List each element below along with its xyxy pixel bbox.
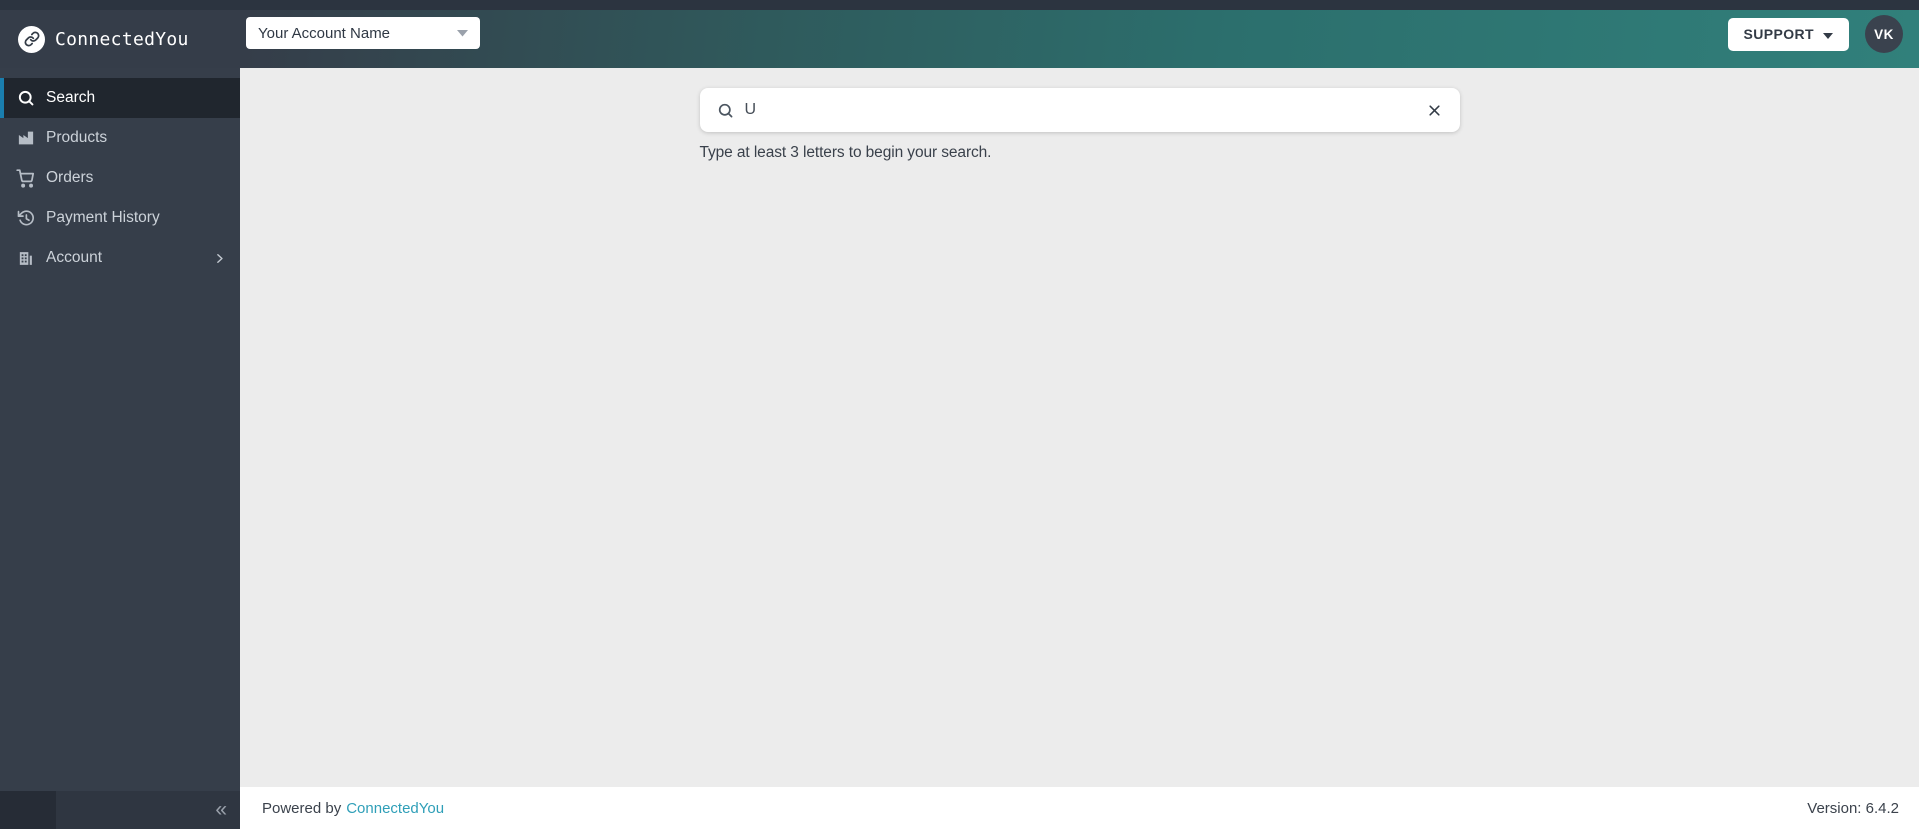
sidebar-item-orders[interactable]: Orders (0, 158, 240, 198)
avatar-initials: VK (1874, 26, 1894, 42)
account-selector-value: Your Account Name (258, 24, 391, 42)
header-right-group: SUPPORT VK (1727, 0, 1903, 68)
main-content: Type at least 3 letters to begin your se… (240, 68, 1919, 787)
search-icon (16, 89, 35, 107)
building-icon (16, 250, 35, 267)
search-input[interactable] (744, 101, 1426, 119)
sidebar-bottom-corner (0, 791, 56, 829)
chevron-down-icon (457, 24, 468, 42)
history-icon (16, 209, 35, 227)
link-icon (18, 25, 45, 53)
chevron-down-icon (1823, 26, 1833, 42)
sidebar-item-label: Payment History (46, 209, 160, 226)
sidebar-item-label: Account (46, 249, 103, 266)
search-icon (717, 102, 734, 119)
factory-icon (16, 129, 35, 147)
account-selector[interactable]: Your Account Name (246, 17, 480, 49)
sidebar-item-account[interactable]: Account (0, 238, 240, 278)
brand-logo: ConnectedYou (18, 10, 189, 68)
top-window-strip (0, 0, 1919, 10)
search-bar (699, 88, 1460, 132)
sidebar-item-search[interactable]: Search (0, 78, 240, 118)
brand-footer-link[interactable]: ConnectedYou (346, 800, 444, 817)
sidebar-item-products[interactable]: Products (0, 118, 240, 158)
powered-by-label: Powered by (262, 799, 342, 817)
version-text: Version: 6.4.2 (1807, 799, 1899, 817)
user-avatar[interactable]: VK (1865, 15, 1903, 53)
powered-by: Powered by ConnectedYou (262, 800, 444, 817)
sidebar: Search Products Orders Payment History A… (0, 68, 240, 829)
support-button[interactable]: SUPPORT (1727, 17, 1849, 51)
cart-icon (16, 168, 35, 188)
sidebar-collapse-button[interactable]: « (215, 799, 227, 820)
sidebar-item-label: Products (46, 129, 108, 146)
sidebar-item-payment-history[interactable]: Payment History (0, 198, 240, 238)
app-window: ConnectedYou Your Account Name SUPPORT V… (0, 0, 1919, 829)
sidebar-menu: Search Products Orders Payment History A… (0, 78, 240, 278)
search-hint-text: Type at least 3 letters to begin your se… (699, 144, 992, 161)
support-button-label: SUPPORT (1743, 26, 1814, 42)
app-header: ConnectedYou Your Account Name SUPPORT V… (0, 0, 1919, 68)
footer-bar: Powered by ConnectedYou Version: 6.4.2 (240, 787, 1919, 829)
sidebar-item-label: Orders (46, 169, 94, 186)
close-icon[interactable] (1426, 102, 1443, 119)
sidebar-bottom-bar: « (0, 791, 240, 829)
chevron-right-icon (213, 252, 226, 265)
brand-name: ConnectedYou (55, 28, 189, 50)
sidebar-item-label: Search (46, 89, 96, 106)
